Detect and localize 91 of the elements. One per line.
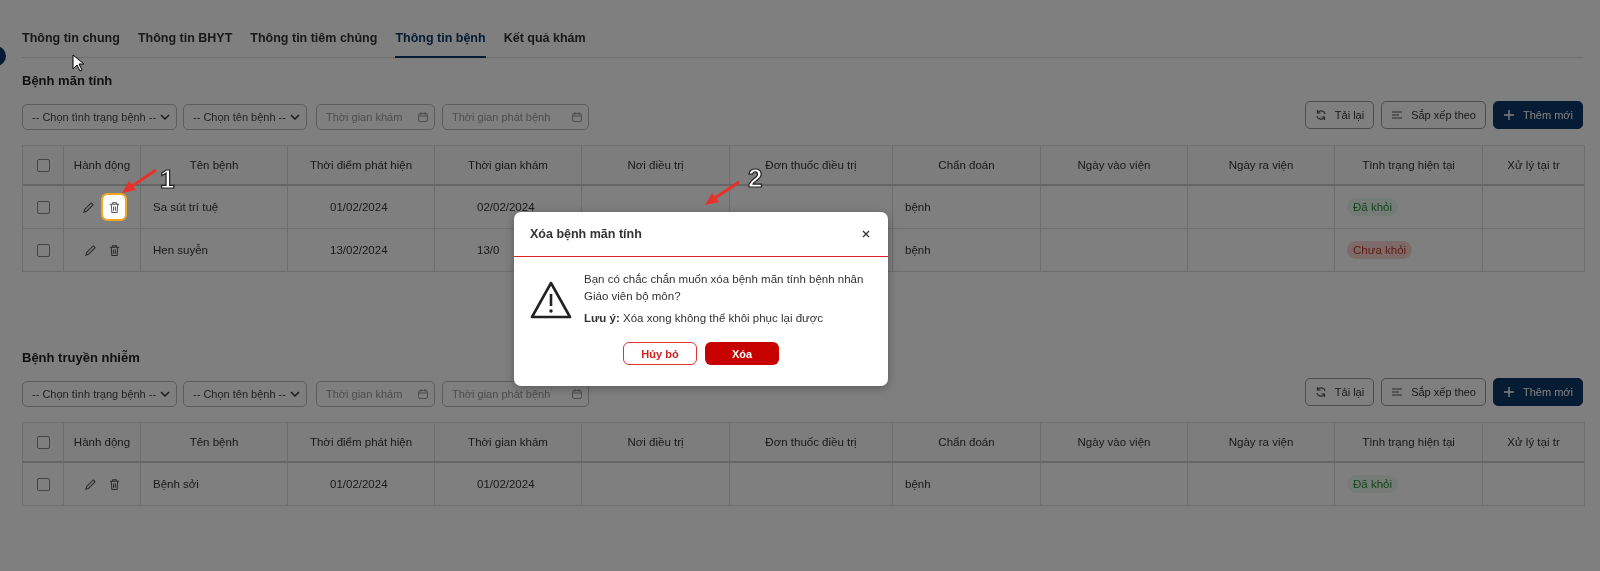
cancel-button[interactable]: Hủy bỏ (623, 342, 697, 365)
close-icon (862, 230, 870, 238)
column-header: Ngày vào viện (1077, 159, 1151, 171)
column-header: Ngày ra viện (1228, 159, 1294, 171)
add-button[interactable]: Thêm mới (1493, 101, 1583, 129)
pencil-icon (83, 243, 97, 257)
column-header: Chẩn đoán (938, 436, 995, 448)
plus-icon (1503, 386, 1515, 398)
column-header: Ngày ra viện (1228, 436, 1294, 448)
add-button[interactable]: Thêm mới (1493, 378, 1583, 406)
tab[interactable]: Thông tin chung (22, 26, 120, 58)
pencil-icon (81, 200, 95, 214)
table-cell-text: 01/02/2024 (330, 478, 389, 490)
reload-button[interactable]: Tải lại (1304, 378, 1375, 406)
delete-button[interactable] (103, 195, 125, 219)
column-header: Tên bệnh (189, 159, 239, 171)
sort-button[interactable]: Sắp xếp theo (1381, 101, 1486, 129)
annotation-number: 2 (748, 165, 763, 191)
calendar-icon (417, 111, 429, 123)
caret-icon (289, 388, 301, 400)
dialog-note: Lưu ý: Xóa xong không thể khôi phục lại được (584, 311, 825, 326)
column-header: Nơi điều trị (627, 159, 684, 171)
tab[interactable]: Kết quả khám (503, 26, 586, 58)
status-badge: Đã khỏi (1347, 198, 1398, 216)
table-cell-text: 13/0 (477, 244, 501, 256)
table-cell: Hen suyễn (153, 244, 208, 256)
status-badge: Đã khỏi (1347, 475, 1398, 493)
trash-icon (107, 477, 121, 491)
column-header: Nơi điều trị (627, 436, 684, 448)
calendar-icon (571, 388, 583, 400)
table-cell: Sa sút trí tuệ (153, 201, 219, 213)
checkbox[interactable] (36, 435, 50, 449)
tab[interactable]: Thông tin BHYT (137, 26, 233, 58)
column-header: Xử lý tại tr (1507, 436, 1560, 448)
checkbox[interactable] (36, 158, 50, 172)
annotation-number: 1 (160, 166, 175, 192)
tab[interactable]: Thông tin tiêm chủng (250, 26, 378, 58)
column-header: Đơn thuốc điều trị (765, 436, 857, 448)
trash-icon (107, 200, 121, 214)
checkbox[interactable] (36, 477, 50, 491)
table-cell-text: 13/02/2024 (330, 244, 389, 256)
table-cell-text: 02/02/2024 (477, 201, 536, 213)
tab[interactable]: Thông tin bệnh (395, 26, 486, 58)
lines-icon (1391, 109, 1404, 121)
table-cell: bệnh (905, 201, 931, 213)
dropdown[interactable]: -- Chọn tên bệnh -- (183, 104, 307, 130)
lines-icon (1391, 386, 1404, 398)
calendar-icon (571, 111, 583, 123)
column-header: Tên bệnh (189, 436, 239, 448)
delete-button[interactable]: Xóa (705, 342, 779, 365)
caret-icon (159, 111, 171, 123)
warning-icon (530, 281, 572, 319)
dropdown[interactable]: -- Chọn tình trạng bệnh -- (22, 381, 177, 407)
column-header: Hành động (73, 159, 131, 171)
calendar-icon (417, 388, 429, 400)
column-header: Thời điểm phát hiện (309, 436, 413, 448)
column-header: Chẩn đoán (938, 159, 995, 171)
table-cell: bệnh (905, 478, 931, 490)
column-header: Tình trạng hiện tại (1362, 159, 1455, 171)
table-cell: bệnh (905, 244, 931, 256)
sort-button[interactable]: Sắp xếp theo (1381, 378, 1486, 406)
table-cell-text: 01/02/2024 (330, 201, 389, 213)
reload-button[interactable]: Tải lại (1304, 101, 1375, 129)
table-cell: Bệnh sởi (153, 478, 199, 490)
table-cell-text: 01/02/2024 (477, 478, 536, 490)
refresh-icon (1314, 109, 1327, 121)
dropdown[interactable]: -- Chọn tình trạng bệnh -- (22, 104, 177, 130)
plus-icon (1503, 109, 1515, 121)
checkbox[interactable] (36, 200, 50, 214)
column-header: Thời gian khám (468, 159, 548, 171)
close-button[interactable] (860, 228, 872, 240)
column-header: Thời điểm phát hiện (309, 159, 413, 171)
pencil-icon (83, 477, 97, 491)
column-header: Tình trạng hiện tại (1362, 436, 1455, 448)
status-badge: Chưa khỏi (1347, 241, 1413, 259)
column-header: Xử lý tại tr (1507, 159, 1560, 171)
column-header: Hành động (73, 436, 131, 448)
column-header: Đơn thuốc điều trị (765, 159, 857, 171)
dialog-message: Bạn có chắc chắn muốn xóa bệnh mãn tính bệnh nhân Giáo viên bộ môn? (584, 272, 865, 304)
caret-icon (159, 388, 171, 400)
caret-icon (289, 111, 301, 123)
cursor-icon (72, 54, 84, 72)
dropdown[interactable]: -- Chọn tên bệnh -- (183, 381, 307, 407)
section-title: Bệnh truyền nhiễm (22, 350, 140, 367)
checkbox[interactable] (36, 243, 50, 257)
dialog-title: Xóa bệnh mãn tính (530, 227, 642, 241)
section-title: Bệnh mãn tính (22, 73, 113, 90)
column-header: Ngày vào viện (1077, 436, 1151, 448)
refresh-icon (1314, 386, 1327, 398)
column-header: Thời gian khám (468, 436, 548, 448)
trash-icon (107, 243, 121, 257)
